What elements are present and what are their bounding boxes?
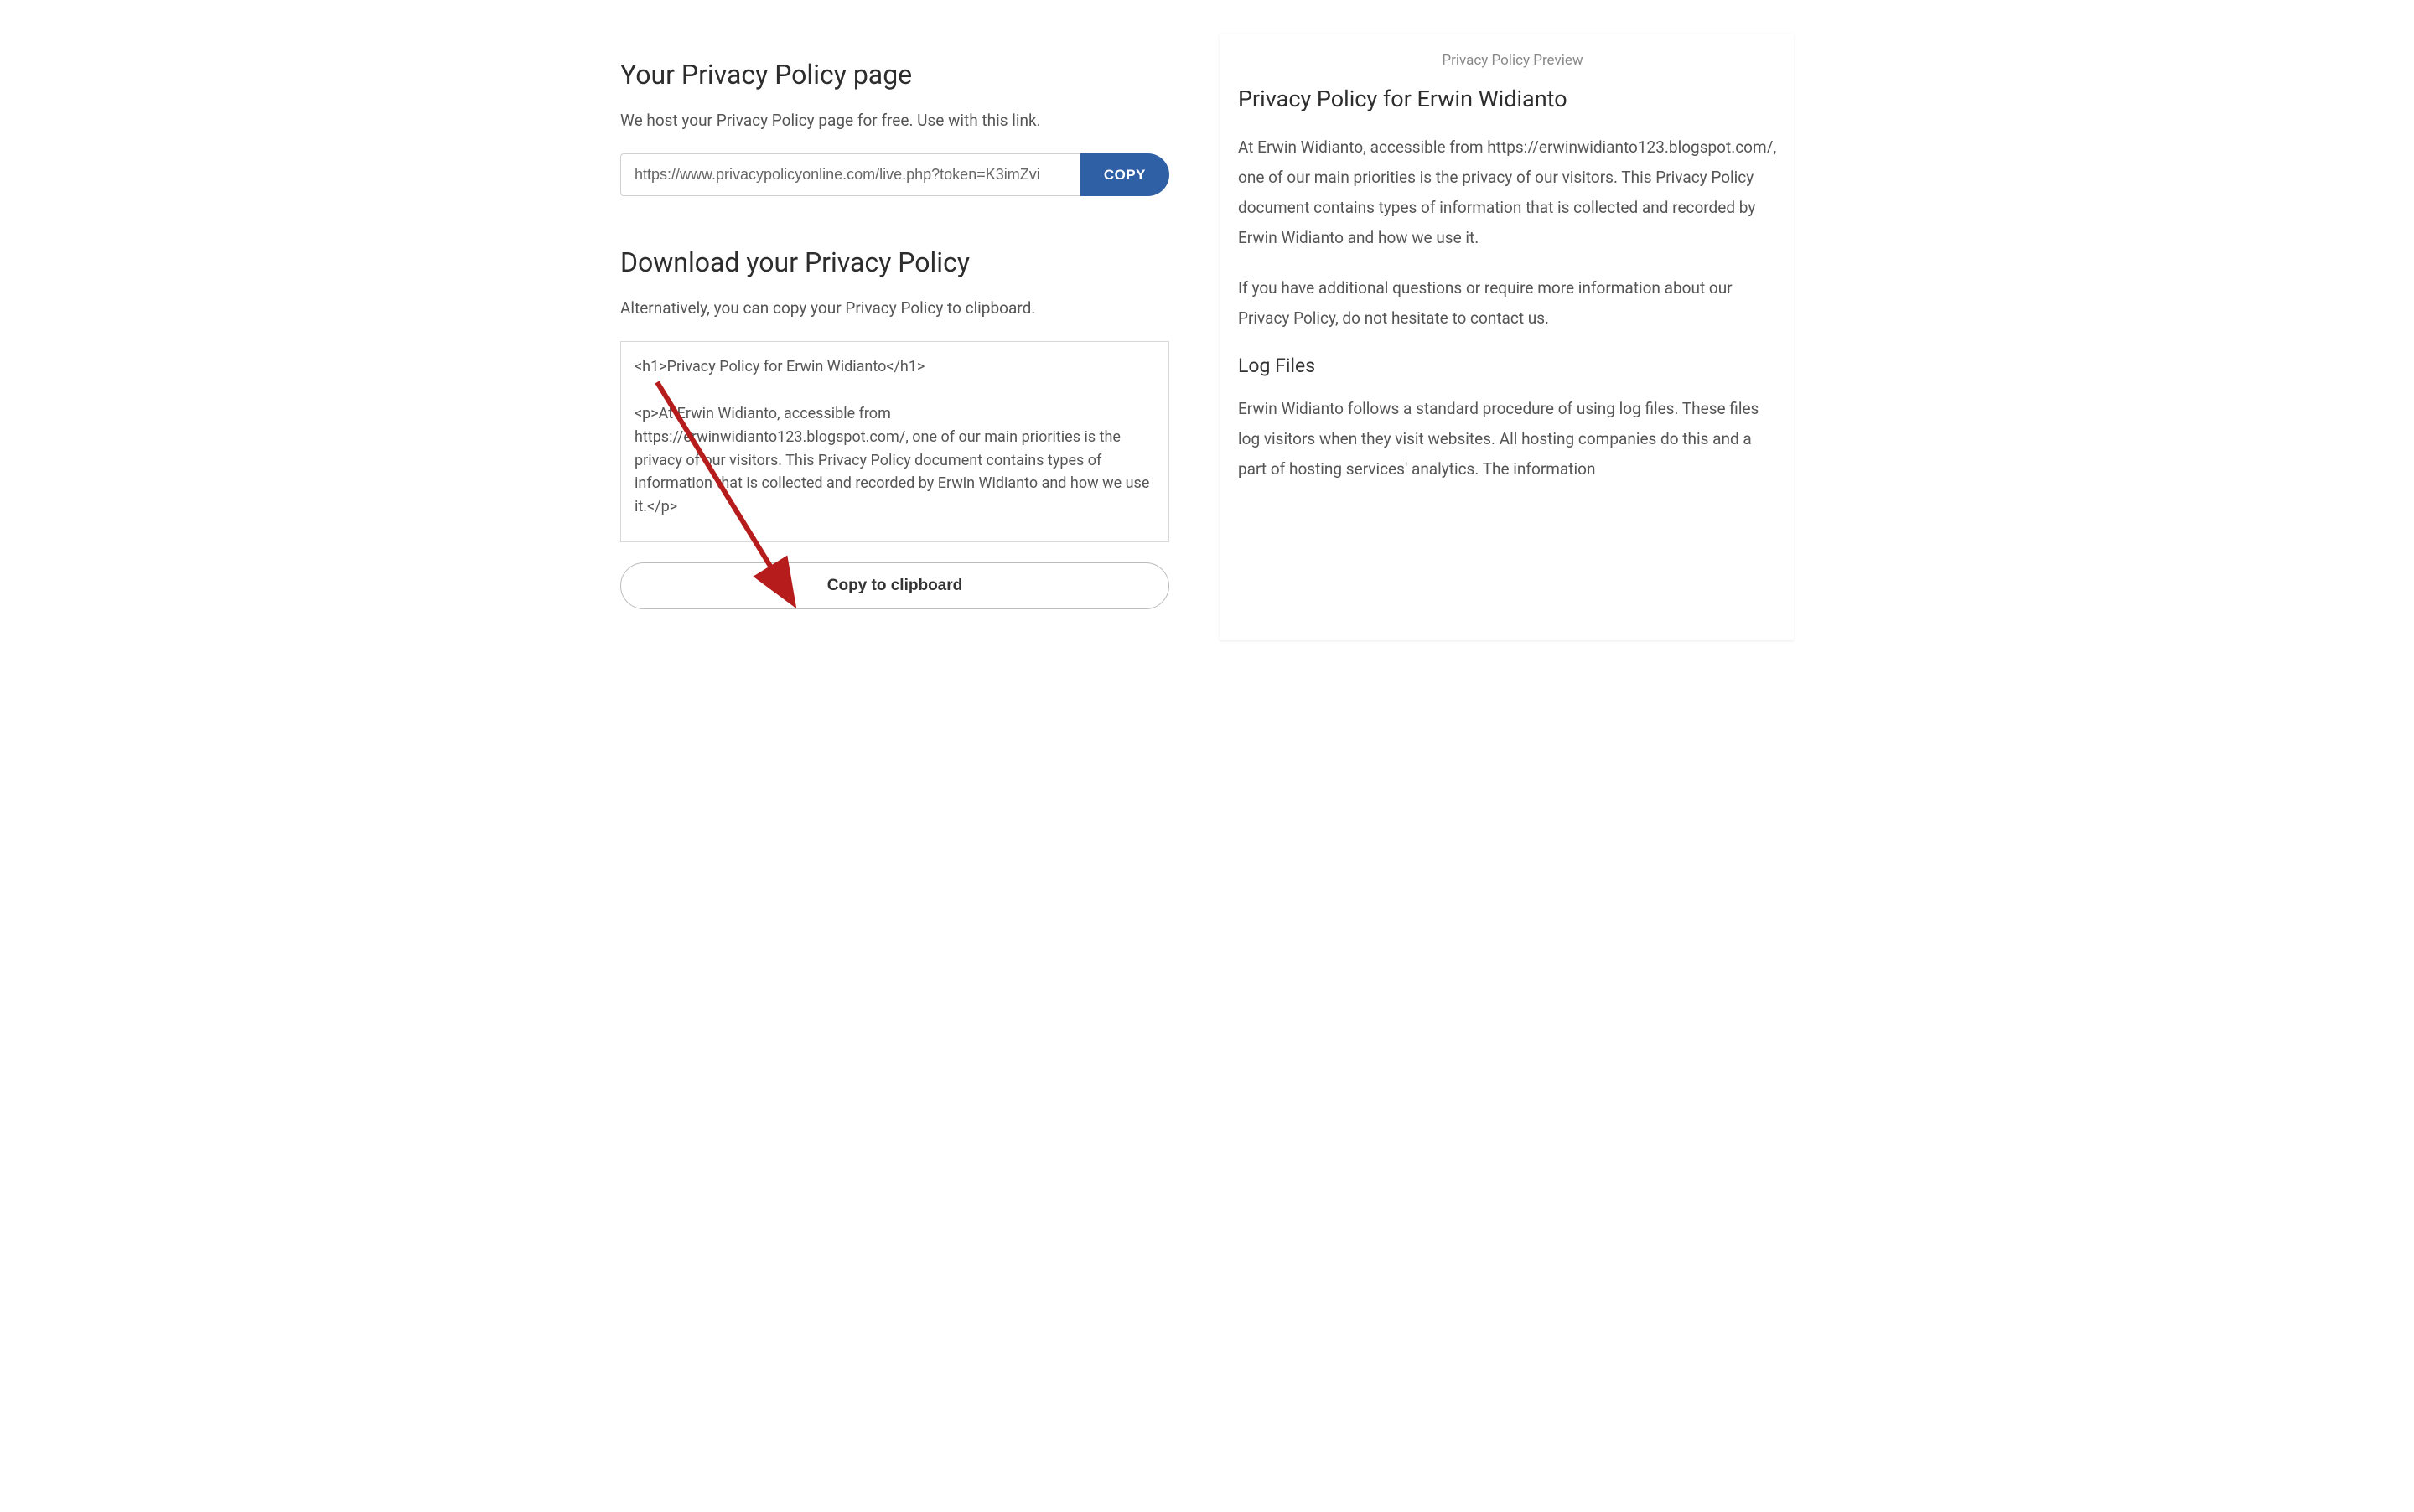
copy-to-clipboard-button[interactable]: Copy to clipboard: [620, 562, 1169, 609]
url-input[interactable]: [620, 153, 1080, 196]
copy-button[interactable]: COPY: [1080, 153, 1169, 196]
preview-subheading: Log Files: [1238, 355, 1777, 377]
preview-label: Privacy Policy Preview: [1238, 52, 1787, 69]
html-textarea[interactable]: [620, 341, 1169, 542]
preview-scroll-area[interactable]: Privacy Policy for Erwin Widianto At Erw…: [1238, 85, 1787, 622]
page-title: Your Privacy Policy page: [620, 59, 1169, 91]
download-subtitle: Alternatively, you can copy your Privacy…: [620, 298, 1169, 318]
preview-paragraph: At Erwin Widianto, accessible from https…: [1238, 132, 1777, 253]
preview-heading: Privacy Policy for Erwin Widianto: [1238, 85, 1777, 112]
preview-panel: Privacy Policy Preview Privacy Policy fo…: [1220, 34, 1794, 640]
preview-paragraph: If you have additional questions or requ…: [1238, 273, 1777, 334]
host-subtitle: We host your Privacy Policy page for fre…: [620, 111, 1169, 130]
preview-paragraph: Erwin Widianto follows a standard proced…: [1238, 394, 1777, 484]
download-title: Download your Privacy Policy: [620, 246, 1169, 278]
